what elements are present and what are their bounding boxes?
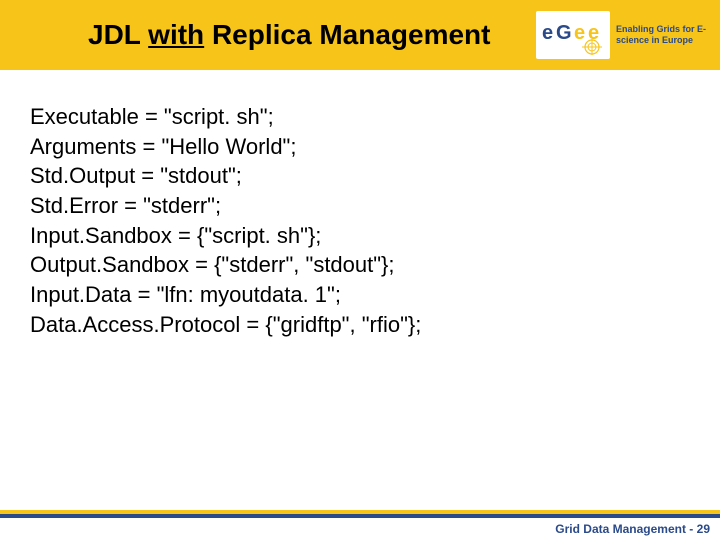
- footer-shadow: [0, 514, 720, 518]
- footer-text: Grid Data Management - 29: [555, 522, 710, 536]
- logo-area: e G e e Enabling Grids for E-science in …: [536, 11, 708, 59]
- slide-content: Executable = "script. sh"; Arguments = "…: [0, 70, 720, 340]
- logo-tagline: Enabling Grids for E-science in Europe: [616, 24, 708, 47]
- code-line: Output.Sandbox = {"stderr", "stdout"};: [30, 250, 690, 280]
- slide-header: JDL with Replica Management e G e e Enab…: [0, 0, 720, 70]
- code-line: Input.Data = "lfn: myoutdata. 1";: [30, 280, 690, 310]
- svg-text:e: e: [542, 22, 553, 44]
- svg-text:G: G: [556, 22, 572, 44]
- slide-title: JDL with Replica Management: [0, 19, 490, 51]
- code-line: Arguments = "Hello World";: [30, 132, 690, 162]
- title-post: Replica Management: [204, 19, 490, 50]
- code-line: Executable = "script. sh";: [30, 102, 690, 132]
- title-pre: JDL: [88, 19, 148, 50]
- title-underline: with: [148, 19, 204, 50]
- code-line: Std.Error = "stderr";: [30, 191, 690, 221]
- svg-text:e: e: [574, 22, 585, 44]
- code-line: Std.Output = "stdout";: [30, 161, 690, 191]
- code-line: Data.Access.Protocol = {"gridftp", "rfio…: [30, 310, 690, 340]
- code-line: Input.Sandbox = {"script. sh"};: [30, 221, 690, 251]
- egee-logo-icon: e G e e: [536, 11, 610, 59]
